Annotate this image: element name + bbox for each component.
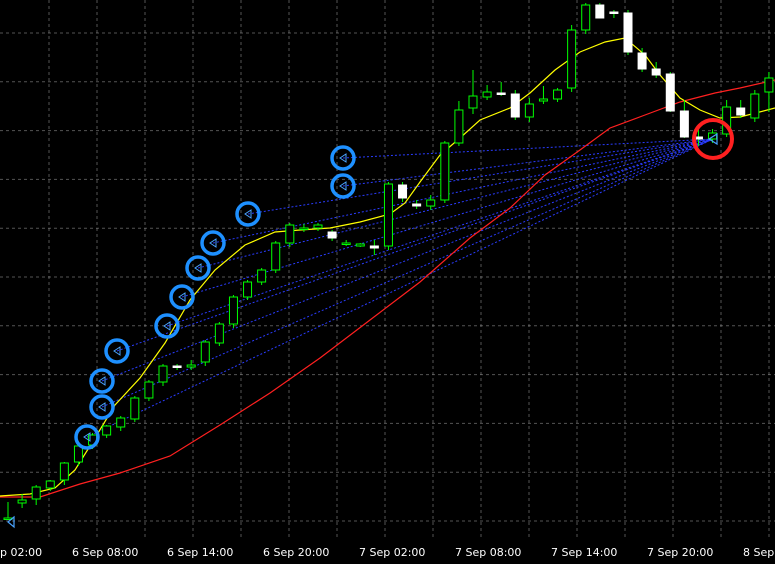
- candle-body: [637, 52, 647, 70]
- candle-body: [426, 199, 436, 207]
- candle-body: [398, 184, 408, 199]
- signal-line: [86, 138, 714, 438]
- moving-averages: [0, 37, 775, 498]
- candle-body: [327, 231, 337, 239]
- candle-body: [214, 323, 224, 344]
- candle-body: [228, 296, 238, 325]
- candle-body: [524, 103, 534, 118]
- signal-line: [166, 138, 714, 327]
- x-tick-label: 6 Sep 20:00: [263, 546, 329, 559]
- candle-body: [665, 73, 675, 112]
- candle-body: [243, 281, 253, 298]
- signal-lines: [86, 138, 714, 438]
- candle-body: [130, 397, 140, 420]
- price-chart[interactable]: p 02:00 6 Sep 08:00 6 Sep 14:00 6 Sep 20…: [0, 0, 775, 564]
- candle-body: [623, 12, 633, 53]
- candle-body: [679, 110, 689, 138]
- candle-body: [538, 98, 548, 102]
- markers: [7, 118, 734, 529]
- x-tick-label: 8 Sep: [743, 546, 774, 559]
- candle-body: [553, 89, 563, 100]
- candle-body: [17, 499, 27, 504]
- candle-body: [736, 107, 746, 116]
- candle-body: [285, 224, 295, 244]
- candle-body: [200, 341, 210, 363]
- candle-body: [369, 245, 379, 249]
- candle-body: [144, 381, 154, 399]
- x-tick-label: 7 Sep 20:00: [647, 546, 713, 559]
- candle-body: [482, 91, 492, 98]
- x-axis: p 02:00 6 Sep 08:00 6 Sep 14:00 6 Sep 20…: [0, 546, 774, 559]
- candle-body: [510, 93, 520, 118]
- candle-body: [172, 365, 182, 368]
- candle-body: [313, 224, 323, 229]
- x-tick-label: 7 Sep 14:00: [551, 546, 617, 559]
- candle-body: [412, 203, 422, 207]
- candle-body: [454, 109, 464, 144]
- candle-body: [440, 142, 450, 201]
- candle-body: [595, 4, 605, 19]
- candlestick-chart-svg[interactable]: p 02:00 6 Sep 08:00 6 Sep 14:00 6 Sep 20…: [0, 0, 775, 564]
- x-tick-label: 6 Sep 14:00: [167, 546, 233, 559]
- slow-ma-line: [0, 79, 775, 498]
- candle-body: [750, 93, 760, 119]
- candle-body: [651, 68, 661, 76]
- signal-line: [101, 138, 714, 382]
- candle-body: [355, 243, 365, 247]
- x-tick-label: p 02:00: [0, 546, 42, 559]
- candles: [3, 3, 774, 520]
- candle-body: [299, 227, 309, 230]
- x-tick-label: 6 Sep 08:00: [72, 546, 138, 559]
- x-tick-label: 7 Sep 02:00: [359, 546, 425, 559]
- x-tick-label: 7 Sep 08:00: [455, 546, 521, 559]
- candle-body: [468, 95, 478, 109]
- candle-body: [186, 364, 196, 368]
- candle-body: [102, 425, 112, 436]
- candle-body: [116, 417, 126, 428]
- candle-body: [567, 29, 577, 89]
- grid: [0, 0, 775, 537]
- candle-body: [496, 92, 506, 95]
- candle-body: [73, 445, 83, 463]
- signal-line: [116, 138, 714, 352]
- candle-body: [31, 486, 41, 500]
- candle-body: [257, 269, 267, 283]
- candle-body: [45, 480, 55, 489]
- candle-body: [271, 242, 281, 271]
- candle-body: [581, 4, 591, 31]
- candle-body: [609, 11, 619, 14]
- candle-body: [383, 183, 393, 247]
- candle-body: [59, 462, 69, 481]
- candle-body: [158, 365, 168, 383]
- candle-body: [341, 242, 351, 245]
- candle-body: [764, 77, 774, 93]
